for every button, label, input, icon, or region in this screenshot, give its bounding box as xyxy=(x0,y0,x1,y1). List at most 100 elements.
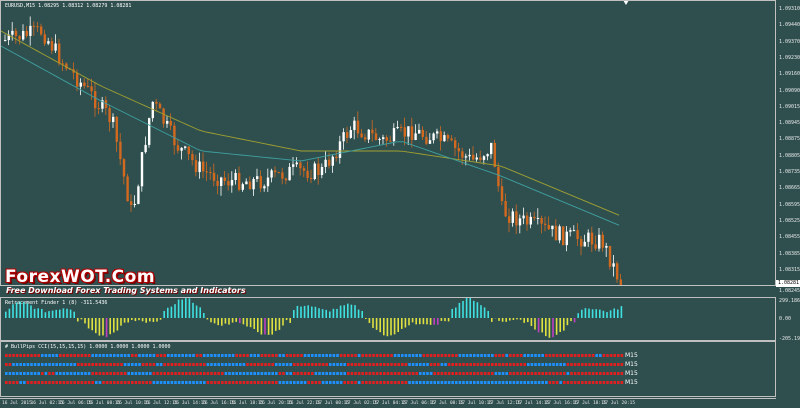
cci-dot xyxy=(239,381,242,384)
cci-dot xyxy=(271,354,274,357)
cci-dot xyxy=(332,372,336,375)
cci-dot xyxy=(527,381,530,384)
cci-dot xyxy=(69,372,73,375)
histogram-bar xyxy=(537,318,540,333)
histogram-bar xyxy=(447,318,450,322)
histogram-bar xyxy=(422,318,425,325)
cci-dot xyxy=(19,363,22,366)
histogram-bar xyxy=(505,318,507,322)
price-axis: 1.09310 1.09440 1.09370 1.09230 1.09160 1.090… xyxy=(776,0,800,286)
candle-body xyxy=(241,184,244,190)
cci-dot xyxy=(224,363,228,366)
candle-body xyxy=(227,181,230,186)
candlestick-chart[interactable] xyxy=(1,1,776,286)
price-axis-label: 1.08735 xyxy=(779,169,800,175)
candle-body xyxy=(461,151,464,158)
cci-dot xyxy=(444,381,447,384)
cci-dot xyxy=(314,372,318,375)
cci-dot xyxy=(379,363,382,366)
cci-dot xyxy=(275,363,278,366)
candle-body xyxy=(396,126,399,129)
cci-dot xyxy=(570,363,573,366)
candle-body xyxy=(518,218,522,226)
histogram-bar xyxy=(278,318,281,330)
cci-dot xyxy=(339,381,343,384)
cci-dot xyxy=(224,381,228,384)
histogram-bar xyxy=(343,305,345,318)
cci-dot xyxy=(26,354,30,357)
mt4-chart-window: EURUSD,M15 1.08295 1.08312 1.08279 1.082… xyxy=(0,0,800,408)
candle-body xyxy=(76,72,79,87)
chart-shift-marker-icon[interactable] xyxy=(623,1,629,5)
cci-dot xyxy=(552,363,555,366)
cci-dot xyxy=(19,354,22,357)
candle-body xyxy=(612,263,615,267)
cci-dot xyxy=(318,363,321,366)
cci-dot xyxy=(145,363,148,366)
cci-dot xyxy=(185,381,188,384)
cci-dot xyxy=(307,354,310,357)
cci-dot xyxy=(152,363,156,366)
cci-dot xyxy=(383,363,386,366)
cci-dot xyxy=(116,381,120,384)
retracement-finder-pane[interactable]: Retracement Finder 1 (8) -311.5436 xyxy=(0,297,776,341)
cci-dot xyxy=(530,363,534,366)
cci-dot xyxy=(303,354,307,357)
cci-dot xyxy=(375,372,379,375)
cci-dot xyxy=(239,363,242,366)
histogram-bar xyxy=(570,318,572,322)
histogram-bar xyxy=(566,318,569,326)
price-chart-pane[interactable]: EURUSD,M15 1.08295 1.08312 1.08279 1.082… xyxy=(0,0,776,286)
cci-dot xyxy=(278,372,282,375)
cci-dot xyxy=(282,381,285,384)
cci-dot xyxy=(62,381,66,384)
histogram-bar xyxy=(458,302,461,318)
cci-dot xyxy=(613,372,616,375)
cci-dot xyxy=(185,354,188,357)
cci-dot xyxy=(440,363,444,366)
histogram-bar xyxy=(541,318,543,333)
cci-dot xyxy=(51,354,55,357)
histogram-bar xyxy=(584,308,587,318)
watermark-brand: ForexWOT.Com xyxy=(5,267,156,286)
histogram-bar xyxy=(95,318,97,334)
cci-dot xyxy=(447,381,451,384)
cci-dot xyxy=(563,354,566,357)
cci-dot xyxy=(30,372,33,375)
cci-dot xyxy=(527,354,530,357)
cci-dot xyxy=(613,381,616,384)
cci-dot xyxy=(41,363,44,366)
candle-body xyxy=(198,161,201,173)
cci-dot xyxy=(8,381,12,384)
cci-dot xyxy=(588,381,591,384)
cci-dot xyxy=(588,363,591,366)
cci-dot xyxy=(159,381,163,384)
histogram-bar xyxy=(311,306,313,318)
bullpips-cci-pane[interactable]: # BullPips CCI(15,15,15,15) 1.0000 1.000… xyxy=(0,341,776,397)
cci-dot xyxy=(213,372,217,375)
cci-dot xyxy=(462,381,465,384)
histogram-bar xyxy=(347,303,349,318)
cci-dot xyxy=(563,363,566,366)
histogram-bar xyxy=(329,311,331,318)
cci-dot xyxy=(620,372,624,375)
candle-body xyxy=(130,201,133,206)
cci-dot xyxy=(253,372,256,375)
histogram-bar xyxy=(105,318,108,338)
cci-dot xyxy=(87,372,91,375)
candle-body xyxy=(522,215,525,219)
cci-dot xyxy=(105,372,109,375)
cci-dot xyxy=(458,381,462,384)
cci-dot xyxy=(498,354,501,357)
cci-dot xyxy=(257,354,260,357)
cci-dot xyxy=(487,372,490,375)
cci-dot xyxy=(231,381,235,384)
cci-dot xyxy=(422,372,426,375)
cci-dot xyxy=(156,354,159,357)
cci-dot xyxy=(80,363,84,366)
candle-body xyxy=(97,108,100,110)
cci-dot xyxy=(260,372,264,375)
histogram-bar xyxy=(210,318,212,323)
candle-body xyxy=(47,41,50,44)
cci-dot xyxy=(73,354,76,357)
